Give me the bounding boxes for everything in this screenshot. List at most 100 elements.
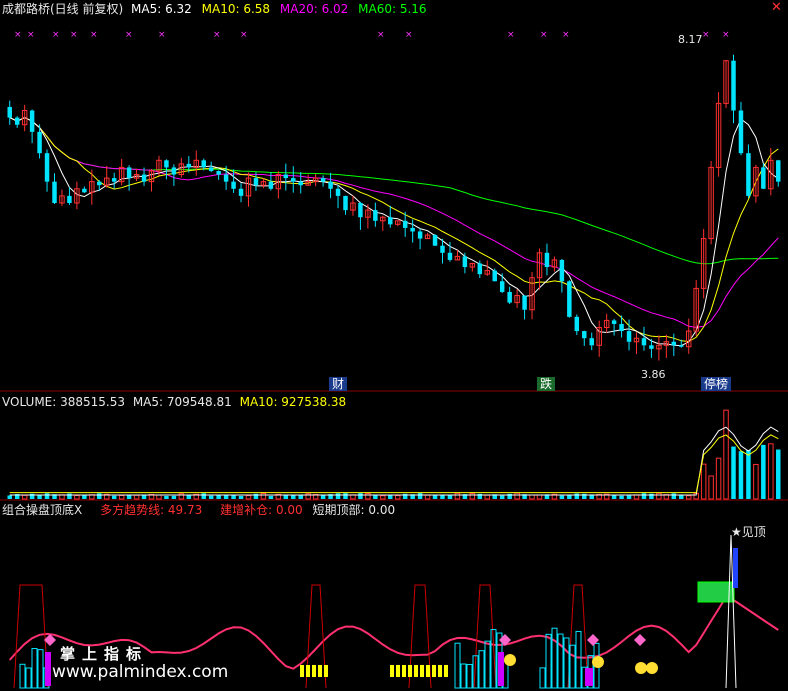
candle-body-down bbox=[44, 153, 50, 182]
ma20-value: MA20: 6.02 bbox=[279, 2, 349, 16]
volume-bar-down bbox=[641, 493, 647, 499]
x-marker: × bbox=[722, 30, 730, 40]
volume-bar-down bbox=[358, 493, 363, 499]
ma60-value: MA60: 5.16 bbox=[358, 2, 427, 16]
event-tag-finance[interactable]: 财 bbox=[329, 377, 348, 391]
add-position-block bbox=[306, 665, 310, 677]
candle-body-down bbox=[82, 188, 87, 193]
volume-bar-up bbox=[133, 494, 140, 500]
candle-body-down bbox=[499, 281, 505, 292]
candle-body-down bbox=[776, 160, 781, 182]
x-marker: × bbox=[90, 30, 98, 40]
volume-bar-up bbox=[365, 493, 371, 500]
candle-body-down bbox=[291, 178, 296, 182]
x-marker: × bbox=[240, 30, 248, 40]
stock-chart: × × × × × × × × × × × × × × × × bbox=[0, 30, 788, 689]
magenta-signal-bar bbox=[585, 668, 593, 686]
top-x-markers: × × × × × × × × × × × × × × × × bbox=[14, 30, 730, 40]
volume-bar-down bbox=[671, 493, 677, 499]
volume-bar-up bbox=[454, 492, 461, 500]
smiley-icon bbox=[646, 662, 658, 674]
volume-bar-down bbox=[268, 495, 274, 499]
volume-bar-down bbox=[223, 495, 229, 499]
volume-bar-up bbox=[469, 493, 476, 500]
candle-body-down bbox=[216, 170, 221, 175]
add-position-block bbox=[312, 665, 316, 677]
x-marker: × bbox=[213, 30, 221, 40]
diamond-icon bbox=[587, 634, 599, 646]
volume-bar-down bbox=[97, 493, 102, 499]
watermark-title: 掌上指标 bbox=[60, 645, 149, 663]
candle-body-down bbox=[111, 178, 117, 182]
candle-body-down bbox=[52, 181, 57, 203]
volume-bar-down bbox=[67, 493, 72, 499]
candle-body-down bbox=[283, 174, 289, 179]
indicator-bar bbox=[551, 627, 558, 689]
volume-bar-down bbox=[238, 495, 244, 499]
x-marker: × bbox=[562, 30, 570, 40]
indicator-bar bbox=[539, 667, 546, 689]
candle-body-down bbox=[238, 188, 244, 196]
candle-body-down bbox=[388, 217, 393, 225]
candle-body-down bbox=[410, 227, 415, 232]
volume-bar-up bbox=[753, 463, 759, 500]
x-marker: × bbox=[158, 30, 166, 40]
indicator-bar bbox=[478, 650, 485, 689]
event-tag-halt[interactable]: 停榜 bbox=[701, 377, 732, 391]
blue-signal-bar bbox=[733, 548, 738, 588]
indicator-bar bbox=[454, 642, 461, 689]
candle-body-down bbox=[141, 174, 147, 182]
volume-bar-up bbox=[260, 492, 267, 500]
add-position-block bbox=[426, 665, 430, 677]
volume-bar-down bbox=[440, 495, 445, 499]
volume-bar-down bbox=[619, 495, 624, 499]
candle-body-down bbox=[567, 281, 572, 317]
trend-line-value: 多方趋势线: 49.73 bbox=[100, 503, 203, 517]
candle-body-down bbox=[29, 110, 35, 132]
add-position-block bbox=[300, 665, 304, 677]
indicator-bar bbox=[466, 663, 473, 689]
volume-bar-down bbox=[761, 444, 766, 499]
candle-body-down bbox=[208, 167, 214, 171]
volume-bar-down bbox=[746, 450, 751, 499]
candle-body-down bbox=[343, 195, 348, 211]
volume-bar-up bbox=[118, 495, 125, 500]
x-marker: × bbox=[52, 30, 60, 40]
candle-body-down bbox=[223, 174, 229, 182]
volume-bar-up bbox=[156, 494, 162, 500]
volume-bar-down bbox=[335, 493, 341, 499]
x-marker: × bbox=[702, 30, 710, 40]
ma10-line bbox=[9, 117, 779, 343]
candle-body-down bbox=[619, 323, 624, 332]
close-icon[interactable]: ✕ bbox=[771, 1, 782, 15]
volume-bar-down bbox=[171, 495, 177, 499]
volume-bar-up bbox=[74, 494, 80, 500]
x-marker: × bbox=[540, 30, 548, 40]
ma10-value: MA10: 6.58 bbox=[201, 2, 271, 16]
candle-body-down bbox=[507, 291, 512, 303]
short-top-value: 短期顶部: 0.00 bbox=[312, 503, 396, 517]
x-marker: × bbox=[377, 30, 385, 40]
indicator-bar bbox=[484, 640, 491, 689]
volume-bars bbox=[7, 409, 781, 500]
volume-bar-down bbox=[559, 495, 565, 499]
indicator-bar bbox=[569, 644, 576, 689]
candle-body-down bbox=[253, 178, 259, 186]
volume-bar-up bbox=[484, 494, 491, 500]
add-position-block bbox=[420, 665, 424, 677]
smiley-icon bbox=[592, 656, 604, 668]
event-tag-drop[interactable]: 跌 bbox=[537, 377, 556, 391]
volume-bar-down bbox=[447, 495, 453, 499]
candle-body-down bbox=[462, 256, 468, 268]
volume-bar-down bbox=[111, 495, 117, 499]
volume-bar-up bbox=[685, 495, 692, 500]
candle-body-down bbox=[126, 167, 132, 179]
candle-body-down bbox=[373, 210, 378, 221]
candle-body-down bbox=[14, 117, 20, 125]
x-marker: × bbox=[507, 30, 515, 40]
volume-bar-down bbox=[776, 449, 781, 499]
smiley-icon bbox=[635, 662, 647, 674]
x-marker: × bbox=[405, 30, 413, 40]
add-position-block bbox=[318, 665, 322, 677]
candle-body-down bbox=[186, 163, 192, 168]
